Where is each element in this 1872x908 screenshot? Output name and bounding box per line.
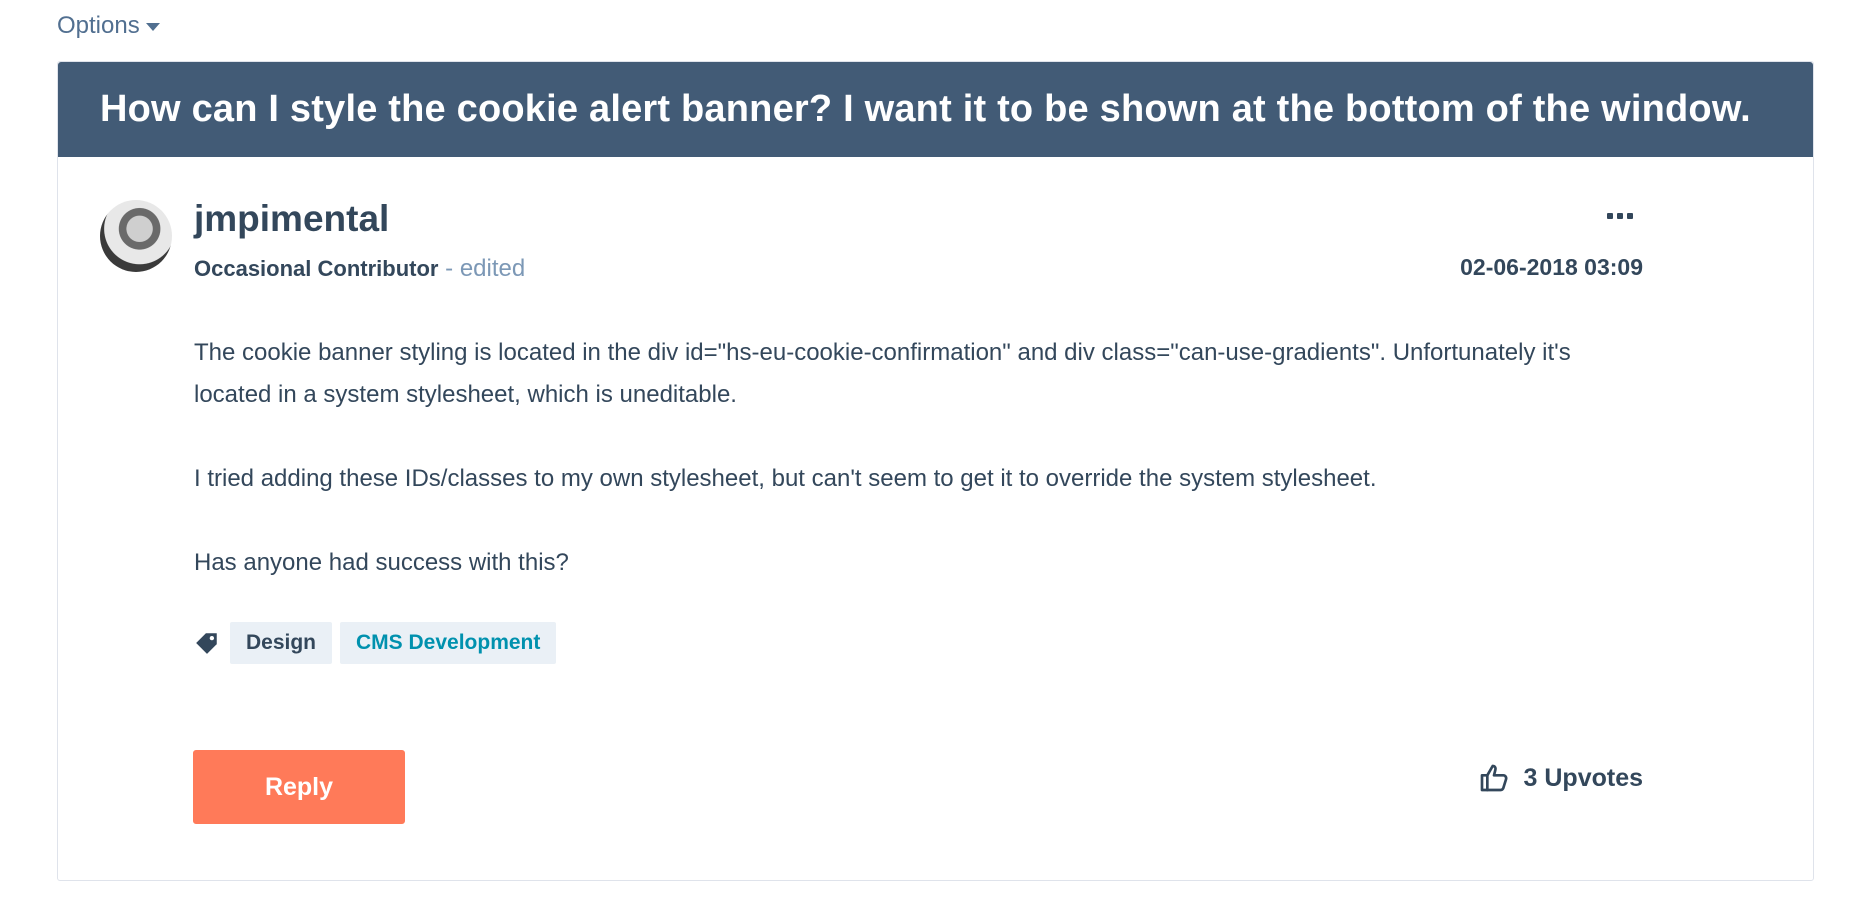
thread-card: How can I style the cookie alert banner?… [57, 61, 1814, 881]
options-label: Options [57, 12, 140, 39]
avatar[interactable] [100, 200, 172, 272]
reply-button[interactable]: Reply [193, 750, 405, 824]
tag-cms-development[interactable]: CMS Development [340, 622, 557, 664]
post-body: The cookie banner styling is located in … [194, 332, 1634, 626]
upvotes-count: 3 Upvotes [1523, 763, 1643, 792]
author-name[interactable]: jmpimental [194, 198, 389, 240]
author-rank-line: Occasional Contributor - edited [194, 255, 525, 283]
upvote-button[interactable]: 3 Upvotes [1478, 762, 1643, 794]
thread-header: How can I style the cookie alert banner?… [58, 62, 1813, 157]
post-paragraph: The cookie banner styling is located in … [194, 339, 1571, 408]
options-dropdown[interactable]: Options [57, 12, 160, 40]
post-date: 02-06-2018 03:09 [1460, 254, 1643, 280]
more-options-icon[interactable] [1600, 204, 1640, 228]
thread-title: How can I style the cookie alert banner?… [100, 88, 1751, 130]
post-paragraph: I tried adding these IDs/classes to my o… [194, 465, 1377, 492]
edited-label[interactable]: - edited [438, 255, 525, 282]
tag-icon [196, 633, 217, 654]
thumbs-up-icon [1480, 764, 1508, 792]
post-paragraph: Has anyone had success with this? [194, 549, 569, 576]
tag-list: Design CMS Development [194, 622, 557, 664]
tag-design[interactable]: Design [230, 622, 333, 664]
chevron-down-icon [145, 23, 160, 31]
author-rank: Occasional Contributor [194, 256, 439, 281]
